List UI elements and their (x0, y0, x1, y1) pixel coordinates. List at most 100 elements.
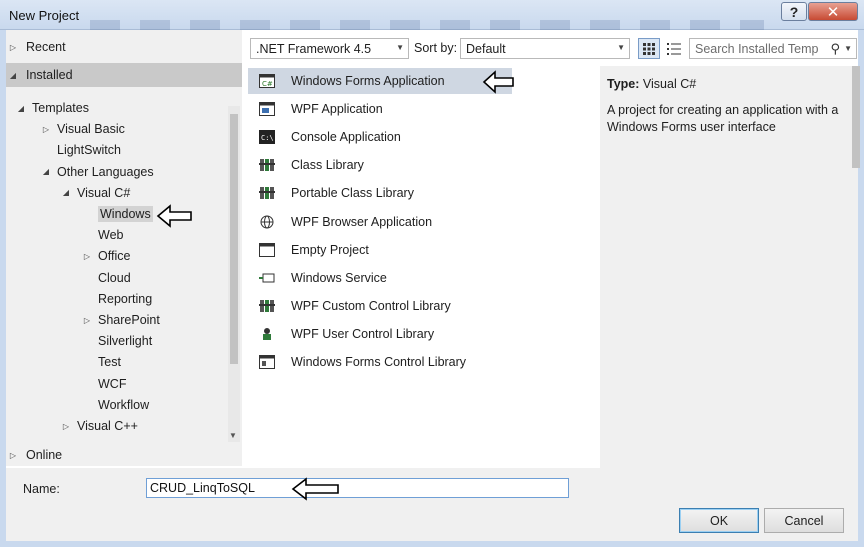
collapse-arrow-icon[interactable]: ◢ (59, 188, 73, 197)
search-templates-input[interactable]: Search Installed Temp ⚲ ▼ (689, 38, 857, 59)
project-name-input[interactable] (146, 478, 569, 498)
nav-recent-label: Recent (26, 40, 66, 54)
portable-class-library-icon (259, 186, 275, 200)
tree-item-label: Web (98, 228, 124, 243)
title-bar: New Project ? ✕ (0, 0, 864, 30)
tree-item-label: Other Languages (57, 164, 154, 179)
template-item[interactable]: Empty Project (248, 237, 512, 263)
tree-item[interactable]: ◢ Other Languages (39, 162, 154, 182)
tree-item[interactable]: Windows (80, 204, 153, 224)
name-label: Name: (23, 482, 60, 496)
sort-select-value: Default (466, 41, 506, 56)
svg-text:C#: C# (262, 80, 273, 88)
template-item-label: Portable Class Library (291, 186, 414, 201)
expand-arrow-icon[interactable]: ▷ (6, 451, 20, 460)
tree-item[interactable]: Web (80, 225, 123, 245)
callout-arrow-icon (156, 204, 192, 228)
tree-item[interactable]: ◢ Templates (14, 98, 89, 118)
nav-recent[interactable]: ▷ Recent (6, 35, 66, 59)
wpf-user-control-icon (259, 327, 275, 341)
tree-scrollbar-thumb[interactable] (230, 114, 238, 364)
template-item[interactable]: C# Windows Forms Application (248, 68, 512, 94)
callout-arrow-icon (482, 70, 514, 94)
tree-item-label: Templates (32, 101, 89, 115)
tree-item-label: Cloud (98, 270, 131, 285)
tree-item[interactable]: Test (80, 352, 121, 372)
expand-arrow-icon[interactable]: ▷ (6, 43, 20, 52)
sort-select[interactable]: Default ▼ (460, 38, 630, 59)
tree-item[interactable]: Silverlight (80, 331, 152, 351)
nav-installed-label: Installed (26, 68, 73, 82)
nav-online[interactable]: ▷ Online (6, 443, 62, 467)
tree-scrollbar[interactable]: ▼ (228, 106, 240, 442)
template-toolbar: .NET Framework 4.5 ▼ Sort by: Default ▼ … (248, 38, 858, 60)
tree-item-label: Test (98, 355, 121, 370)
collapse-arrow-icon[interactable]: ◢ (6, 71, 20, 80)
tree-item-label: Visual C# (77, 185, 131, 200)
search-icon[interactable]: ⚲ (830, 41, 840, 57)
type-value: Visual C# (642, 77, 697, 91)
tree-item[interactable]: Reporting (80, 289, 152, 309)
cancel-button[interactable]: Cancel (764, 508, 844, 533)
nav-installed[interactable]: ◢ Installed (6, 63, 242, 87)
tree-item[interactable]: Cloud (80, 268, 131, 288)
framework-select[interactable]: .NET Framework 4.5 ▼ (250, 38, 409, 59)
tree-item[interactable]: ▷ Office (80, 246, 131, 266)
template-item-label: WPF Custom Control Library (291, 298, 451, 313)
grid-view-button[interactable] (638, 38, 660, 59)
chevron-down-icon[interactable]: ▼ (844, 44, 852, 53)
tree-item-label: Reporting (98, 291, 153, 306)
tree-item-label: WCF (98, 376, 127, 391)
tree-item[interactable]: Workflow (80, 395, 149, 415)
template-item-label: WPF Application (291, 102, 383, 117)
template-description-panel: Type: Visual C# A project for creating a… (600, 66, 858, 468)
expand-arrow-icon[interactable]: ▷ (80, 252, 94, 261)
expand-arrow-icon[interactable]: ▷ (80, 316, 94, 325)
sort-label: Sort by: (414, 41, 458, 55)
template-type: Type: Visual C# (607, 77, 696, 91)
right-edge-scrollbar[interactable] (852, 66, 860, 168)
tree-item-label: SharePoint (98, 313, 160, 327)
wpf-browser-app-icon (259, 215, 275, 229)
wpf-app-icon (259, 102, 275, 117)
template-description-text: A project for creating an application wi… (607, 103, 839, 134)
template-item[interactable]: WPF Application (248, 96, 512, 122)
tree-item[interactable]: WCF (80, 374, 126, 394)
scroll-down-icon[interactable]: ▼ (229, 431, 237, 440)
close-button[interactable]: ✕ (808, 2, 858, 21)
collapse-arrow-icon[interactable]: ◢ (39, 167, 53, 176)
template-item[interactable]: C:\ Console Application (248, 124, 512, 150)
tree-item[interactable]: ▷ Visual C++ (59, 416, 138, 436)
help-button[interactable]: ? (781, 2, 807, 21)
class-library-icon (259, 158, 275, 172)
ok-button[interactable]: OK (679, 508, 759, 533)
tree-item-label: Office (98, 249, 131, 264)
tree-item[interactable]: LightSwitch (39, 140, 121, 160)
template-item[interactable]: WPF Browser Application (248, 209, 512, 235)
tree-item[interactable]: ▷ Visual Basic (39, 119, 125, 139)
collapse-arrow-icon[interactable]: ◢ (14, 104, 28, 113)
template-item[interactable]: Windows Forms Control Library (248, 349, 512, 375)
grid-view-icon (643, 42, 655, 55)
expand-arrow-icon[interactable]: ▷ (39, 125, 53, 134)
template-item[interactable]: Class Library (248, 152, 512, 178)
title-bar-blurred-menu (90, 20, 764, 30)
template-item-label: Console Application (291, 130, 401, 145)
framework-select-value: .NET Framework 4.5 (256, 41, 372, 56)
template-list: C# Windows Forms Application WPF Applicati… (248, 66, 593, 468)
tree-item-label: Windows (98, 206, 153, 222)
template-item[interactable]: WPF Custom Control Library (248, 293, 512, 319)
windows-service-icon (259, 271, 275, 285)
list-view-button[interactable] (663, 38, 685, 59)
template-item[interactable]: Portable Class Library (248, 180, 512, 206)
template-item-label: WPF User Control Library (291, 326, 435, 341)
tree-item[interactable]: ◢ Visual C# (59, 183, 130, 203)
template-item[interactable]: WPF User Control Library (248, 321, 512, 347)
expand-arrow-icon[interactable]: ▷ (59, 422, 73, 431)
console-app-icon: C:\ (259, 130, 275, 145)
window-title: New Project (9, 8, 80, 23)
tree-item-label: Workflow (98, 397, 150, 412)
tree-item[interactable]: ▷ SharePoint (80, 310, 160, 330)
chevron-down-icon: ▼ (396, 43, 404, 52)
template-item[interactable]: Windows Service (248, 265, 512, 291)
